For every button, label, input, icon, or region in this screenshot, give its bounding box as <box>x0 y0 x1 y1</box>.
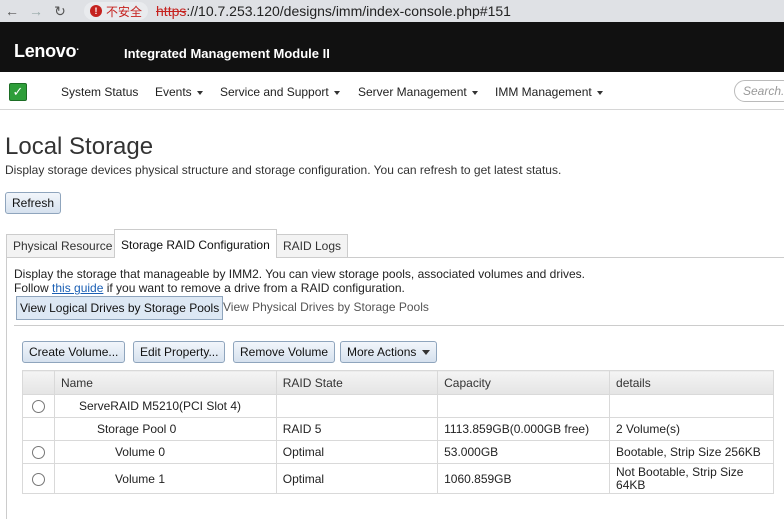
row-select-cell[interactable] <box>22 394 55 418</box>
browser-toolbar: ← → ↻ ! 不安全 https://10.7.253.120/designs… <box>0 0 784 22</box>
nav-events[interactable]: Events <box>155 85 203 99</box>
table-header-row: Name RAID State Capacity details <box>22 370 774 395</box>
search-input[interactable]: Search... <box>734 80 784 102</box>
subtab-physical-drives[interactable]: View Physical Drives by Storage Pools <box>220 296 432 320</box>
reload-icon[interactable]: ↻ <box>48 3 72 20</box>
panel-follow-text: Follow this guide if you want to remove … <box>14 281 405 295</box>
chevron-down-icon <box>471 90 478 95</box>
details-cell: 2 Volume(s) <box>609 417 774 441</box>
name-cell: Storage Pool 0 <box>53 417 277 441</box>
raid-state-cell: Optimal <box>275 440 439 464</box>
url-path: ://10.7.253.120/designs/imm/index-consol… <box>186 3 511 19</box>
row-select-cell[interactable] <box>22 463 55 494</box>
more-actions-button[interactable]: More Actions <box>340 341 438 363</box>
security-label: 不安全 <box>106 4 143 19</box>
forward-arrow-icon[interactable]: → <box>24 3 48 19</box>
chevron-down-icon <box>196 90 203 95</box>
status-ok-icon[interactable]: ✓ <box>9 83 27 101</box>
raid-state-cell <box>275 394 439 418</box>
table-row[interactable]: Volume 0 Optimal 53.000GB Bootable, Stri… <box>22 440 774 464</box>
name-cell: Volume 0 <box>53 440 277 464</box>
details-cell <box>609 394 774 418</box>
chevron-down-icon <box>596 90 603 95</box>
edit-property-button[interactable]: Edit Property... <box>133 341 226 363</box>
column-header-raid-state[interactable]: RAID State <box>275 370 439 395</box>
row-radio-button[interactable] <box>31 446 45 460</box>
raid-state-cell: Optimal <box>275 463 439 494</box>
tab-raid-logs[interactable]: RAID Logs <box>276 234 349 257</box>
create-volume-button[interactable]: Create Volume... <box>22 341 126 363</box>
url-scheme: https <box>156 3 187 19</box>
row-radio-button[interactable] <box>31 400 45 414</box>
column-header-capacity[interactable]: Capacity <box>437 370 611 395</box>
column-header-details[interactable]: details <box>609 370 774 395</box>
chevron-down-icon <box>422 350 431 356</box>
panel-intro: Display the storage that manageable by I… <box>14 267 585 281</box>
row-select-cell[interactable] <box>22 440 55 464</box>
subtab-logical-drives[interactable]: View Logical Drives by Storage Pools <box>16 296 224 320</box>
tab-storage-raid-configuration[interactable]: Storage RAID Configuration <box>114 229 277 258</box>
storage-table: Name RAID State Capacity details ServeRA… <box>22 370 774 494</box>
column-header-select <box>22 370 55 395</box>
name-cell: ServeRAID M5210(PCI Slot 4) <box>53 394 277 418</box>
page-title: Local Storage <box>5 133 154 160</box>
row-select-cell <box>22 417 55 441</box>
raid-state-cell: RAID 5 <box>275 417 439 441</box>
table-row[interactable]: Volume 1 Optimal 1060.859GB Not Bootable… <box>22 463 774 494</box>
security-indicator[interactable]: ! 不安全 <box>84 2 149 20</box>
details-cell: Bootable, Strip Size 256KB <box>609 440 774 464</box>
capacity-cell: 1060.859GB <box>437 463 611 494</box>
details-cell: Not Bootable, Strip Size 64KB <box>609 463 774 494</box>
address-bar[interactable]: https://10.7.253.120/designs/imm/index-c… <box>156 3 511 19</box>
back-arrow-icon[interactable]: ← <box>0 3 24 19</box>
row-radio-button[interactable] <box>31 472 45 486</box>
lenovo-logo: Lenovo. <box>14 41 79 61</box>
nav-service-and-support[interactable]: Service and Support <box>220 85 340 99</box>
tab-physical-resource[interactable]: Physical Resource <box>6 234 120 257</box>
guide-link[interactable]: this guide <box>52 281 103 295</box>
column-header-name[interactable]: Name <box>53 370 277 395</box>
nav-system-status[interactable]: System Status <box>61 85 138 99</box>
app-header: Lenovo. Integrated Management Module II <box>0 22 784 72</box>
page-description: Display storage devices physical structu… <box>5 163 562 177</box>
table-row[interactable]: ServeRAID M5210(PCI Slot 4) <box>22 394 774 418</box>
remove-volume-button[interactable]: Remove Volume <box>233 341 336 363</box>
refresh-button[interactable]: Refresh <box>5 192 62 214</box>
warning-icon: ! <box>90 5 102 17</box>
chevron-down-icon <box>333 90 340 95</box>
nav-imm-management[interactable]: IMM Management <box>495 85 603 99</box>
divider <box>14 325 784 326</box>
app-title: Integrated Management Module II <box>124 46 330 61</box>
nav-server-management[interactable]: Server Management <box>358 85 478 99</box>
main-navbar: ✓ System Status Events Service and Suppo… <box>0 75 784 110</box>
capacity-cell: 1113.859GB(0.000GB free) <box>437 417 611 441</box>
table-row[interactable]: Storage Pool 0 RAID 5 1113.859GB(0.000GB… <box>22 417 774 441</box>
capacity-cell <box>437 394 611 418</box>
name-cell: Volume 1 <box>53 463 277 494</box>
capacity-cell: 53.000GB <box>437 440 611 464</box>
